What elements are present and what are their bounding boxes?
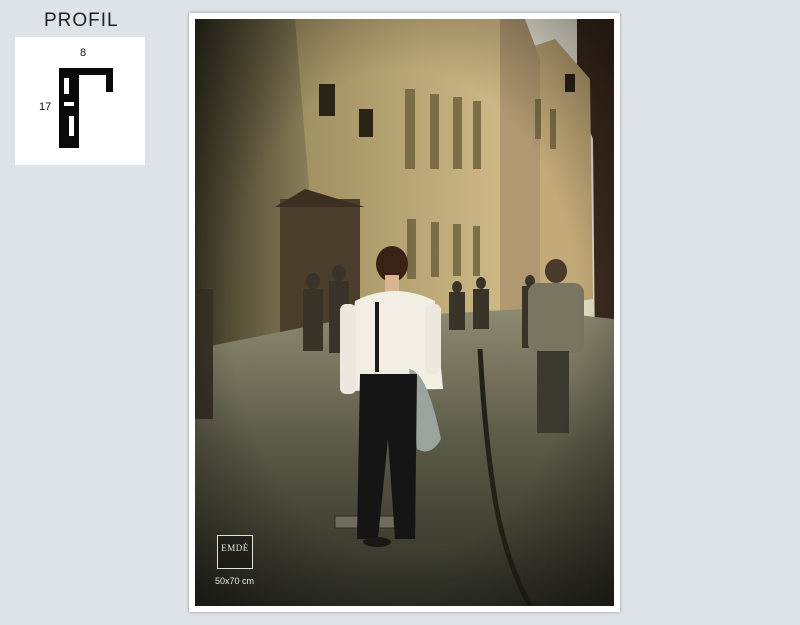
- poster-photo: [195, 19, 614, 606]
- profile-width-label: 8: [80, 47, 87, 59]
- profile-title: PROFIL: [44, 10, 119, 31]
- brand-name: EMDÉ: [221, 543, 249, 553]
- poster-size-label: 50x70 cm: [215, 576, 255, 586]
- profile-height-label: 17: [39, 101, 52, 113]
- brand-logo: EMDÉ: [217, 535, 253, 569]
- frame-profile-icon: [59, 68, 113, 148]
